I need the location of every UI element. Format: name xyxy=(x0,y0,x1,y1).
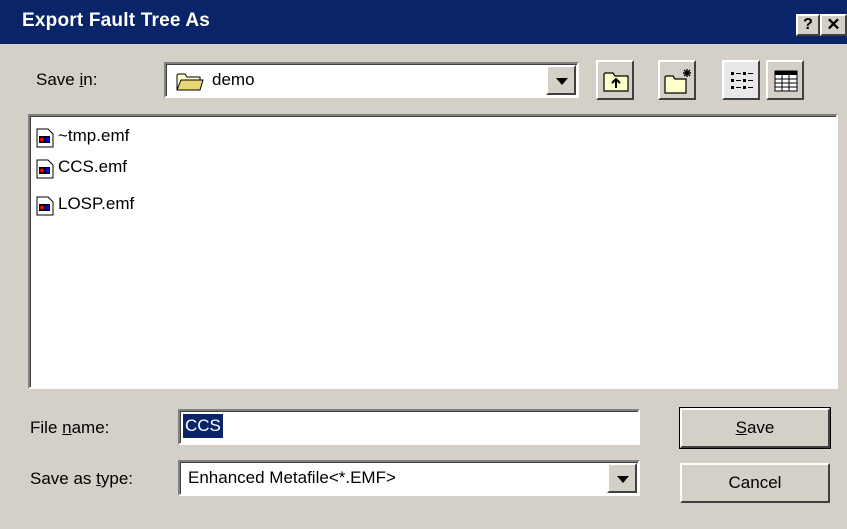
close-icon: ✕ xyxy=(826,15,841,34)
help-button[interactable]: ? xyxy=(796,14,820,36)
create-new-folder-icon xyxy=(664,69,691,94)
save-in-label: Save in: xyxy=(36,70,98,89)
emf-file-icon xyxy=(36,159,54,179)
chevron-down-icon xyxy=(556,78,568,85)
create-new-folder-button[interactable] xyxy=(658,60,696,100)
details-view-icon xyxy=(774,70,798,92)
list-view-button[interactable] xyxy=(722,60,760,100)
cancel-button[interactable]: Cancel xyxy=(680,463,830,503)
file-name-value: CCS xyxy=(183,414,223,438)
file-name-label: CCS.emf xyxy=(58,157,127,176)
close-button[interactable]: ✕ xyxy=(820,14,847,36)
folder-icon xyxy=(176,73,204,91)
list-view-icon xyxy=(731,72,753,89)
file-name-label: ~tmp.emf xyxy=(58,126,130,145)
file-name-label: LOSP.emf xyxy=(58,194,135,213)
help-icon: ? xyxy=(803,16,813,33)
save-in-dropdown-button[interactable] xyxy=(546,65,576,95)
emf-file-icon xyxy=(36,196,54,216)
export-dialog: Export Fault Tree As ? ✕ Save in: demo ~… xyxy=(0,0,847,529)
up-one-level-button[interactable] xyxy=(596,60,634,100)
file-name-label-caption: File name: xyxy=(30,418,110,437)
up-one-level-icon xyxy=(603,72,629,92)
save-button[interactable]: Save xyxy=(679,407,831,449)
save-in-value: demo xyxy=(212,70,255,89)
save-in-combo[interactable]: demo xyxy=(164,62,579,98)
save-as-type-combo[interactable]: Enhanced Metafile<*.EMF> xyxy=(178,460,640,496)
save-as-type-dropdown-button[interactable] xyxy=(607,463,637,493)
file-list[interactable]: ~tmp.emf CCS.emf LOSP.emf xyxy=(28,114,838,389)
save-as-type-value: Enhanced Metafile<*.EMF> xyxy=(188,468,396,487)
file-name-input[interactable]: CCS xyxy=(178,409,640,445)
emf-file-icon xyxy=(36,128,54,148)
chevron-down-icon xyxy=(617,476,629,483)
window-title: Export Fault Tree As xyxy=(22,10,211,31)
details-view-button[interactable] xyxy=(766,60,804,100)
save-as-type-label: Save as type: xyxy=(30,469,134,488)
title-bar[interactable]: Export Fault Tree As ? ✕ xyxy=(0,0,847,44)
